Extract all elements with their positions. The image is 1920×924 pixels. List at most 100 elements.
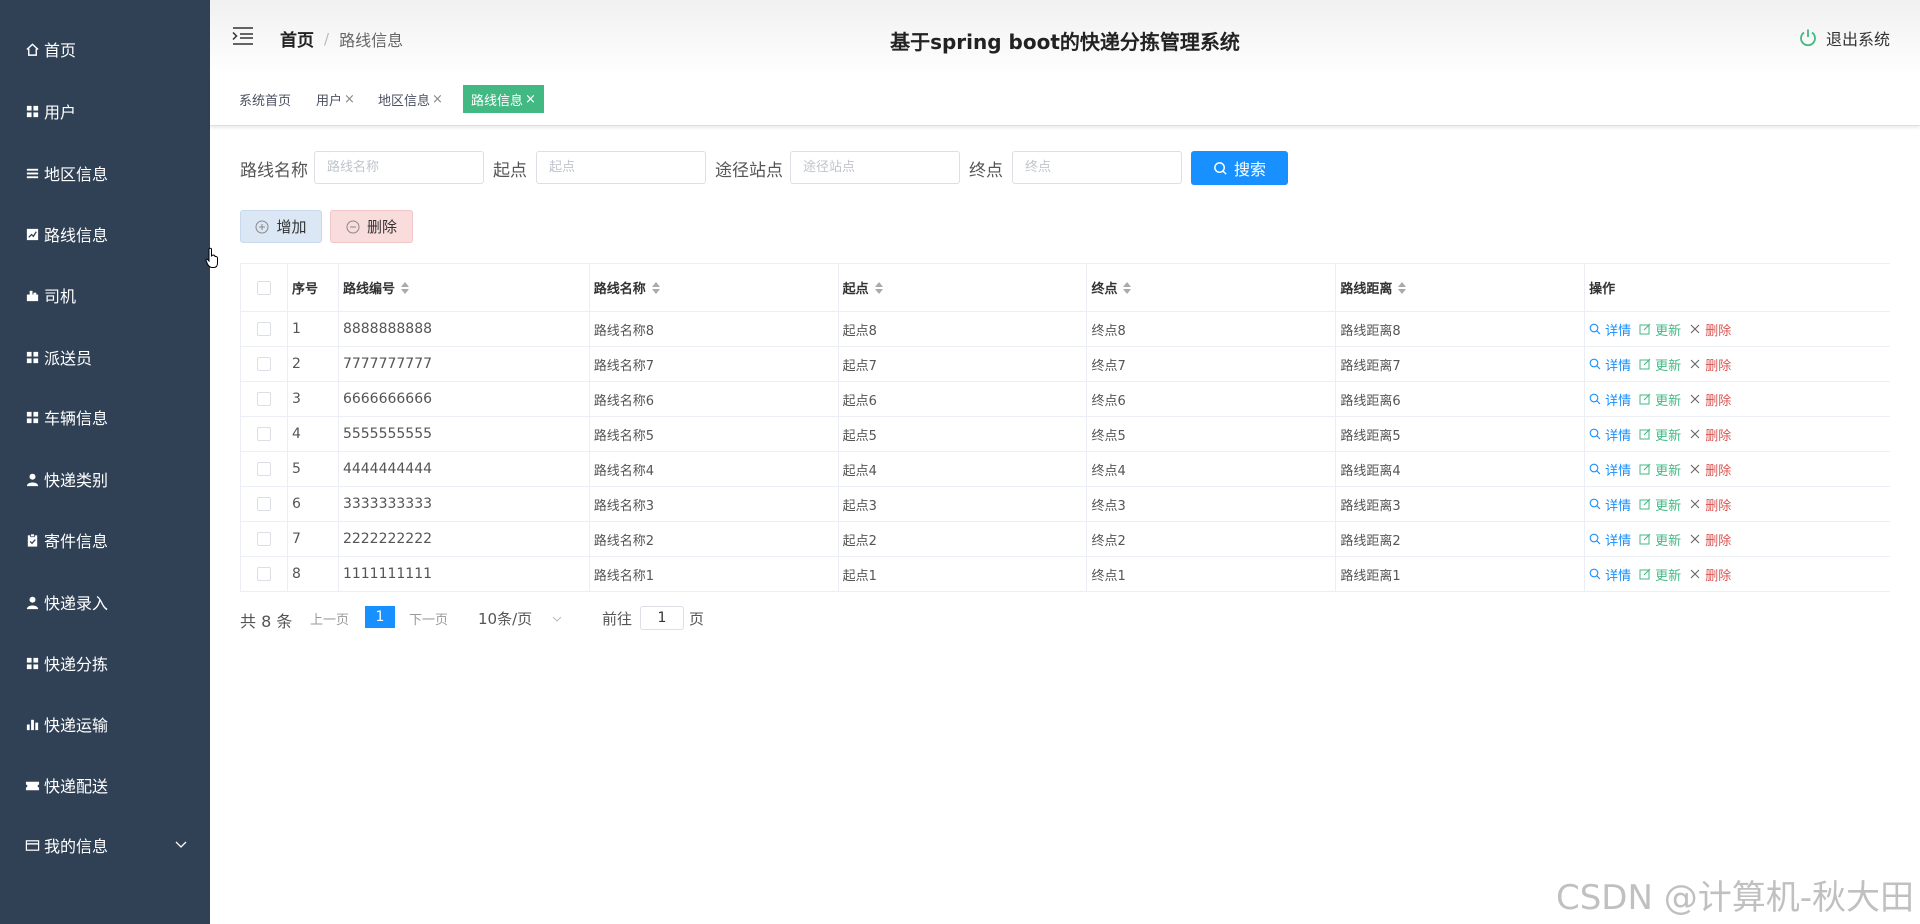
row-delete-button[interactable]: 删除 [1689,460,1731,479]
sort-icon[interactable] [400,281,409,294]
close-icon [1690,324,1700,334]
search-button[interactable]: 搜索 [1191,151,1288,185]
search-icon [1589,358,1601,370]
header-checkbox-cell [241,264,288,311]
clipboard-icon [24,532,40,548]
row-delete-button[interactable]: 删除 [1689,565,1731,584]
header-start[interactable]: 起点 [839,264,1088,311]
sort-icon[interactable] [874,281,883,294]
next-page-button[interactable]: 下一页 [409,609,448,628]
cell-end: 终点7 [1087,347,1337,381]
cell-route-code: 3333333333 [339,487,590,521]
close-icon[interactable]: × [525,92,536,107]
detail-button[interactable]: 详情 [1589,495,1631,514]
sort-icon[interactable] [651,281,660,294]
row-delete-button[interactable]: 删除 [1689,495,1731,514]
end-input[interactable] [1012,151,1182,184]
update-button[interactable]: 更新 [1639,460,1681,479]
detail-button[interactable]: 详情 [1589,425,1631,444]
sidebar-item-vehicles[interactable]: 车辆信息 [0,395,210,439]
row-delete-button[interactable]: 删除 [1689,425,1731,444]
update-button[interactable]: 更新 [1639,530,1681,549]
chevron-down-icon[interactable] [174,837,188,851]
update-button[interactable]: 更新 [1639,565,1681,584]
sidebar-item-drivers[interactable]: 司机 [0,273,210,317]
update-label: 更新 [1655,533,1682,549]
sidebar-item-transport[interactable]: 快递运输 [0,702,210,746]
tag-regions[interactable]: 地区信息 × [370,85,451,113]
select-all-checkbox[interactable] [256,280,271,295]
close-icon[interactable]: × [432,92,443,107]
row-checkbox[interactable] [256,497,271,511]
sort-icon[interactable] [1398,281,1407,294]
sidebar-item-delivery[interactable]: 快递配送 [0,763,210,807]
sidebar-item-express-types[interactable]: 快递类别 [0,457,210,501]
sidebar-item-my-info[interactable]: 我的信息 [0,823,210,867]
cell-end: 终点8 [1087,312,1337,346]
update-button[interactable]: 更新 [1639,320,1681,339]
sidebar-item-express-entry[interactable]: 快递录入 [0,580,210,624]
cell-route-code: 8888888888 [339,312,590,346]
sort-icon[interactable] [1123,281,1132,294]
row-delete-button[interactable]: 删除 [1689,530,1731,549]
page-number-current[interactable]: 1 [365,606,395,628]
search-icon [1589,463,1601,475]
row-checkbox[interactable] [256,322,271,336]
sidebar-item-home[interactable]: 首页 [0,27,210,71]
row-checkbox[interactable] [256,392,271,406]
tag-system-home[interactable]: 系统首页 [231,85,299,113]
sidebar-item-regions[interactable]: 地区信息 [0,151,210,195]
row-delete-button[interactable]: 删除 [1689,390,1731,409]
logout-button[interactable]: 退出系统 [1798,26,1890,50]
prev-page-button[interactable]: 上一页 [310,609,349,628]
detail-button[interactable]: 详情 [1589,355,1631,374]
sidebar-item-label: 我的信息 [44,837,109,856]
row-checkbox[interactable] [256,427,271,441]
header-route-code[interactable]: 路线编号 [339,264,590,311]
start-input[interactable] [536,151,706,184]
page-size-select[interactable]: 10条/页 [478,608,562,629]
delete-button[interactable]: 删除 [330,210,413,243]
sidebar-item-couriers[interactable]: 派送员 [0,335,210,379]
sidebar-item-routes[interactable]: 路线信息 [0,212,210,256]
detail-button[interactable]: 详情 [1589,530,1631,549]
row-delete-button[interactable]: 删除 [1689,355,1731,374]
sidebar-item-users[interactable]: 用户 [0,89,210,133]
detail-button[interactable]: 详情 [1589,460,1631,479]
minus-circle-icon [346,220,360,233]
detail-button[interactable]: 详情 [1589,390,1631,409]
detail-button[interactable]: 详情 [1589,320,1631,339]
table-row: 2 7777777777 路线名称7 起点7 终点7 路线距离7 详情 更新 删除 [241,347,1890,382]
update-button[interactable]: 更新 [1639,390,1681,409]
search-icon [1589,533,1601,545]
cell-end: 终点1 [1087,557,1337,591]
header-route-name[interactable]: 路线名称 [590,264,839,311]
row-checkbox[interactable] [256,532,271,546]
tag-users[interactable]: 用户 × [308,85,363,113]
goto-unit: 页 [689,610,705,628]
row-delete-label: 删除 [1705,428,1732,444]
sidebar-item-shipments[interactable]: 寄件信息 [0,518,210,562]
header-distance[interactable]: 路线距离 [1336,264,1586,311]
update-button[interactable]: 更新 [1639,495,1681,514]
goto-page-input[interactable] [640,606,684,630]
row-checkbox[interactable] [256,462,271,476]
grid-icon [24,349,40,365]
sidebar-item-sorting[interactable]: 快递分拣 [0,641,210,685]
row-delete-button[interactable]: 删除 [1689,320,1731,339]
row-checkbox[interactable] [256,567,271,581]
close-icon[interactable]: × [344,92,355,107]
add-button[interactable]: 增加 [240,210,322,243]
tag-routes[interactable]: 路线信息 × [463,85,544,113]
via-input[interactable] [790,151,960,184]
update-button[interactable]: 更新 [1639,355,1681,374]
route-name-input[interactable] [314,151,484,184]
row-checkbox[interactable] [256,357,271,371]
update-label: 更新 [1655,393,1682,409]
header-end[interactable]: 终点 [1087,264,1337,311]
search-icon [1589,393,1601,405]
update-button[interactable]: 更新 [1639,425,1681,444]
detail-label: 详情 [1605,498,1632,514]
sidebar: 首页 用户 地区信息 路线信息 司机 派送员 车辆信息 快递类别 寄件信息 快递… [0,0,210,924]
detail-button[interactable]: 详情 [1589,565,1631,584]
